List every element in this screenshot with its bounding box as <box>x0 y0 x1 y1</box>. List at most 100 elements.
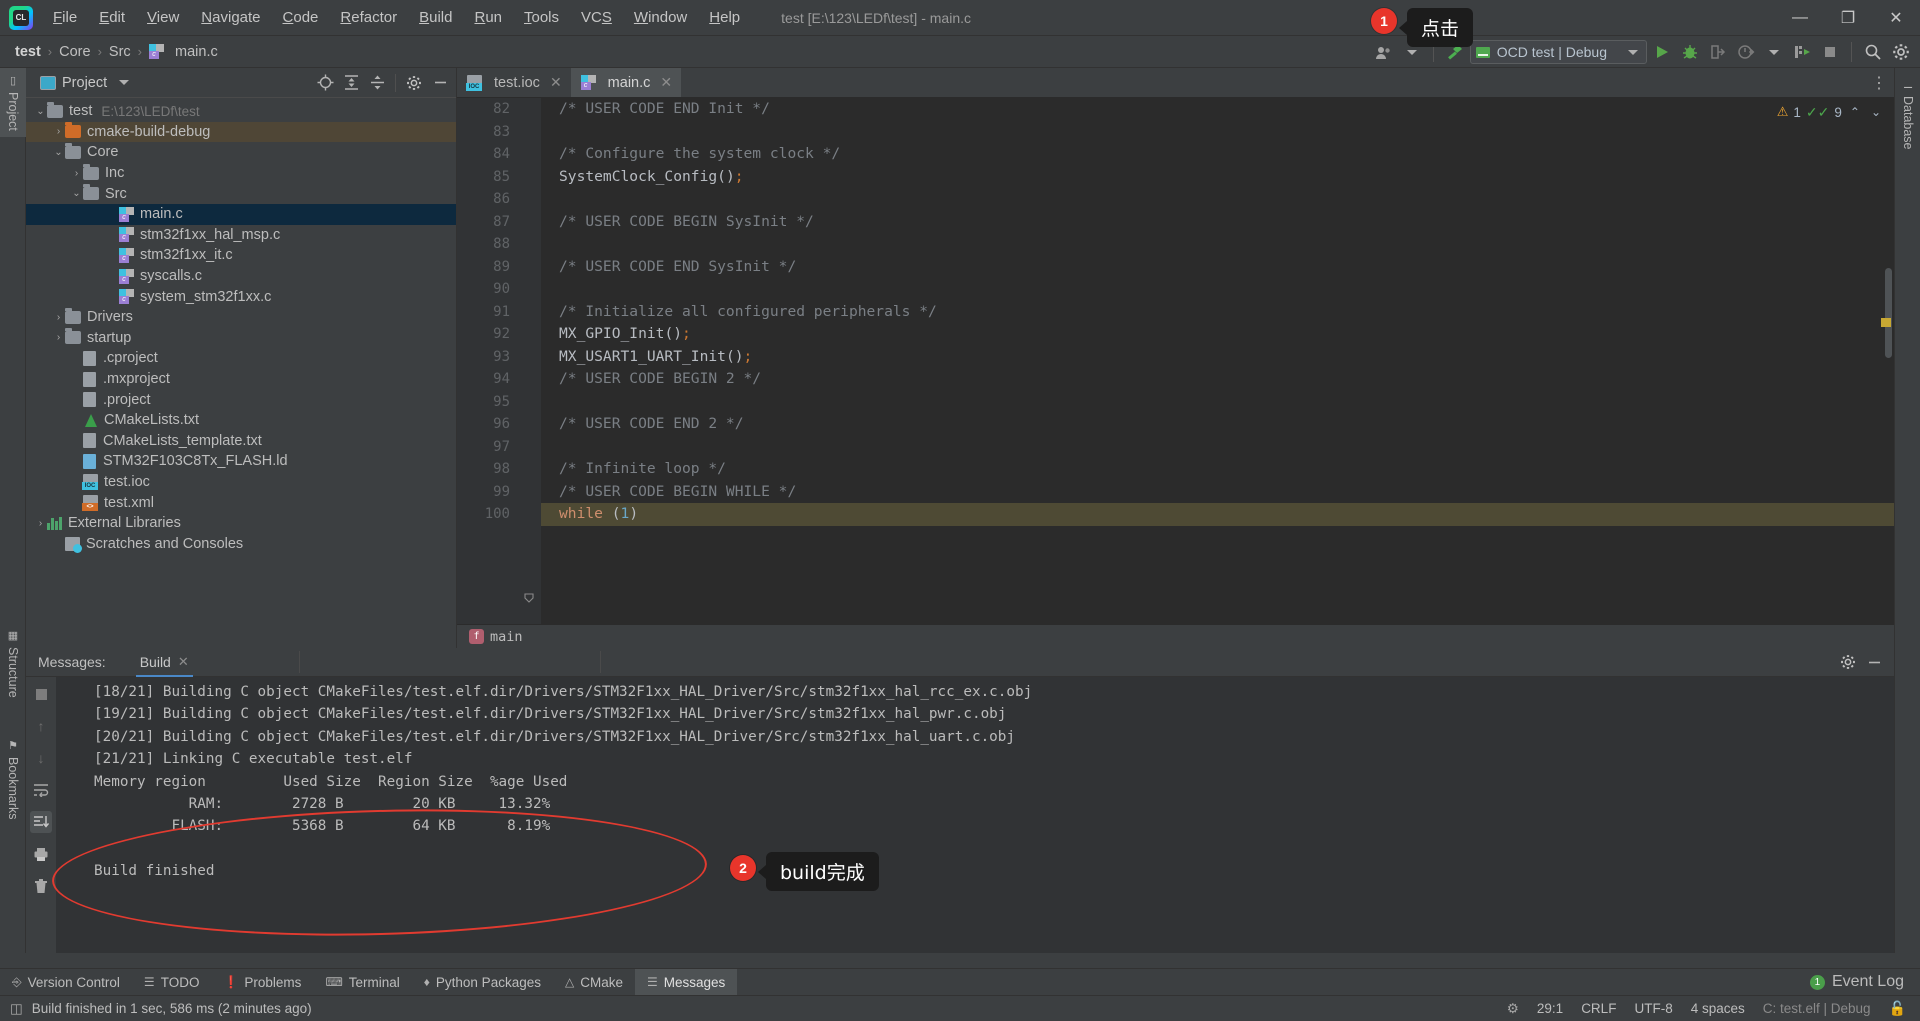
tab-problems[interactable]: ❗ Problems <box>211 969 313 996</box>
menu-item-edit[interactable]: Edit <box>88 6 136 29</box>
minimize-button[interactable]: — <box>1776 0 1824 36</box>
debug-button[interactable] <box>1677 39 1703 65</box>
hide-panel-icon[interactable] <box>428 71 452 95</box>
collapse-all-icon[interactable] <box>365 71 389 95</box>
chevron-down-icon[interactable] <box>1761 39 1787 65</box>
user-avatar-icon[interactable] <box>1371 39 1397 65</box>
caret-position[interactable]: 29:1 <box>1537 1001 1563 1016</box>
tab-version-control[interactable]: ⎆ Version Control <box>0 969 132 996</box>
chevron-right-icon[interactable]: › <box>70 168 83 179</box>
editor-structure-breadcrumb[interactable]: f main <box>457 624 1894 648</box>
chevron-right-icon[interactable]: › <box>70 415 83 426</box>
settings-gear-icon[interactable] <box>1888 39 1914 65</box>
code-line[interactable]: while (1) <box>541 503 1894 526</box>
menu-item-vcs[interactable]: VCS <box>570 6 623 29</box>
tree-item--mxproject[interactable]: › .mxproject <box>26 369 456 390</box>
code-line[interactable] <box>541 233 1894 256</box>
chevron-down-icon[interactable]: ⌄ <box>34 106 47 117</box>
tree-item-scratches-and-consoles[interactable]: › Scratches and Consoles <box>26 533 456 554</box>
menu-item-window[interactable]: Window <box>623 6 698 29</box>
editor-vertical-scrollbar[interactable] <box>1885 268 1892 358</box>
tab-todo[interactable]: ☰ TODO <box>132 969 212 996</box>
breadcrumb-src[interactable]: Src <box>104 43 136 61</box>
tree-item-cmake-build-debug[interactable]: › cmake-build-debug <box>26 121 456 143</box>
code-line[interactable]: /* Configure the system clock */ <box>541 143 1894 166</box>
previous-problem-icon[interactable]: ⌃ <box>1847 105 1863 119</box>
menu-item-navigate[interactable]: Navigate <box>190 6 271 29</box>
code-line[interactable]: /* USER CODE BEGIN SysInit */ <box>541 211 1894 234</box>
tree-item-system-stm32f1xx-c[interactable]: ›c system_stm32f1xx.c <box>26 286 456 307</box>
editor-options-icon[interactable]: ⋮ <box>1864 68 1894 97</box>
settings-gear-icon[interactable] <box>402 71 426 95</box>
tree-item-cmakelists-template-txt[interactable]: › CMakeLists_template.txt <box>26 431 456 452</box>
chevron-right-icon[interactable]: › <box>106 209 119 220</box>
code-line[interactable]: /* USER CODE END 2 */ <box>541 413 1894 436</box>
code-line[interactable]: /* Infinite loop */ <box>541 458 1894 481</box>
tree-item-cmakelists-txt[interactable]: › CMakeLists.txt <box>26 410 456 431</box>
code-lines[interactable]: /* USER CODE END Init */ /* Configure th… <box>541 98 1894 648</box>
tree-item--cproject[interactable]: › .cproject <box>26 348 456 369</box>
code-line[interactable]: SystemClock_Config(); <box>541 166 1894 189</box>
tree-item-test[interactable]: ⌄ test E:\123\LEDf\test <box>26 101 456 122</box>
stop-icon[interactable] <box>30 683 52 705</box>
tree-item-core[interactable]: ⌄ Core <box>26 142 456 163</box>
expand-all-icon[interactable] <box>339 71 363 95</box>
menu-item-tools[interactable]: Tools <box>513 6 570 29</box>
hide-panel-icon[interactable] <box>1862 650 1886 674</box>
code-line[interactable]: /* Initialize all configured peripherals… <box>541 301 1894 324</box>
tree-item--project[interactable]: › .project <box>26 389 456 410</box>
fold-marker-icon[interactable] <box>523 591 535 603</box>
down-arrow-icon[interactable]: ↓ <box>30 747 52 769</box>
menu-item-run[interactable]: Run <box>463 6 513 29</box>
breadcrumb-mainc[interactable]: c main.c <box>144 43 223 61</box>
tree-item-stm32f103c8tx-flash-ld[interactable]: › STM32F103C8Tx_FLASH.ld <box>26 451 456 472</box>
chevron-right-icon[interactable]: › <box>34 518 47 529</box>
run-with-coverage-button[interactable] <box>1789 39 1815 65</box>
profile-button[interactable] <box>1733 39 1759 65</box>
close-icon[interactable]: ✕ <box>178 654 189 670</box>
file-encoding[interactable]: UTF-8 <box>1634 1001 1672 1016</box>
sidebar-item-database[interactable]: ⚊ Database <box>1895 72 1920 156</box>
code-line[interactable]: MX_USART1_UART_Init(); <box>541 346 1894 369</box>
code-line[interactable]: /* USER CODE BEGIN WHILE */ <box>541 481 1894 504</box>
chevron-right-icon[interactable]: › <box>52 538 65 549</box>
up-arrow-icon[interactable]: ↑ <box>30 715 52 737</box>
tree-item-inc[interactable]: › Inc <box>26 163 456 184</box>
chevron-right-icon[interactable]: › <box>70 394 83 405</box>
tree-item-drivers[interactable]: › Drivers <box>26 307 456 328</box>
tab-messages[interactable]: ☰ Messages <box>634 968 738 996</box>
print-icon[interactable] <box>30 843 52 865</box>
locate-file-icon[interactable] <box>313 71 337 95</box>
close-button[interactable]: ✕ <box>1872 0 1920 36</box>
next-problem-icon[interactable]: ⌄ <box>1868 105 1884 119</box>
code-line[interactable]: /* USER CODE END SysInit */ <box>541 256 1894 279</box>
menu-item-code[interactable]: Code <box>272 6 330 29</box>
close-icon[interactable]: ✕ <box>550 74 562 91</box>
code-line[interactable]: /* USER CODE BEGIN 2 */ <box>541 368 1894 391</box>
event-log-area[interactable]: 1 Event Log <box>1809 973 1920 991</box>
chevron-right-icon[interactable]: › <box>70 435 83 446</box>
breadcrumb-test[interactable]: test <box>10 43 46 61</box>
code-line[interactable] <box>541 391 1894 414</box>
stop-button[interactable] <box>1817 39 1843 65</box>
chevron-down-icon[interactable]: ⌄ <box>52 147 65 158</box>
chevron-right-icon[interactable]: › <box>52 312 65 323</box>
tree-item-startup[interactable]: › startup <box>26 328 456 349</box>
search-icon[interactable] <box>1860 39 1886 65</box>
code-line[interactable] <box>541 188 1894 211</box>
lock-icon[interactable]: 🔓 <box>1889 1000 1906 1017</box>
code-line[interactable] <box>541 436 1894 459</box>
chevron-right-icon[interactable]: › <box>106 250 119 261</box>
chevron-right-icon[interactable]: › <box>52 332 65 343</box>
indent-setting[interactable]: 4 spaces <box>1691 1001 1745 1016</box>
inspection-profile-icon[interactable]: ⚙ <box>1507 1001 1519 1017</box>
tree-item-stm32f1xx-hal-msp-c[interactable]: ›c stm32f1xx_hal_msp.c <box>26 225 456 246</box>
tree-item-src[interactable]: ⌄ Src <box>26 183 456 204</box>
sidebar-item-bookmarks[interactable]: ⚑ Bookmarks <box>0 733 26 826</box>
code-line[interactable] <box>541 121 1894 144</box>
tree-item-syscalls-c[interactable]: ›c syscalls.c <box>26 266 456 287</box>
sidebar-item-structure[interactable]: ▦ Structure <box>0 623 26 704</box>
menu-item-build[interactable]: Build <box>408 6 463 29</box>
tree-item-test-ioc[interactable]: ›test.ioc <box>26 472 456 493</box>
trash-icon[interactable] <box>30 875 52 897</box>
